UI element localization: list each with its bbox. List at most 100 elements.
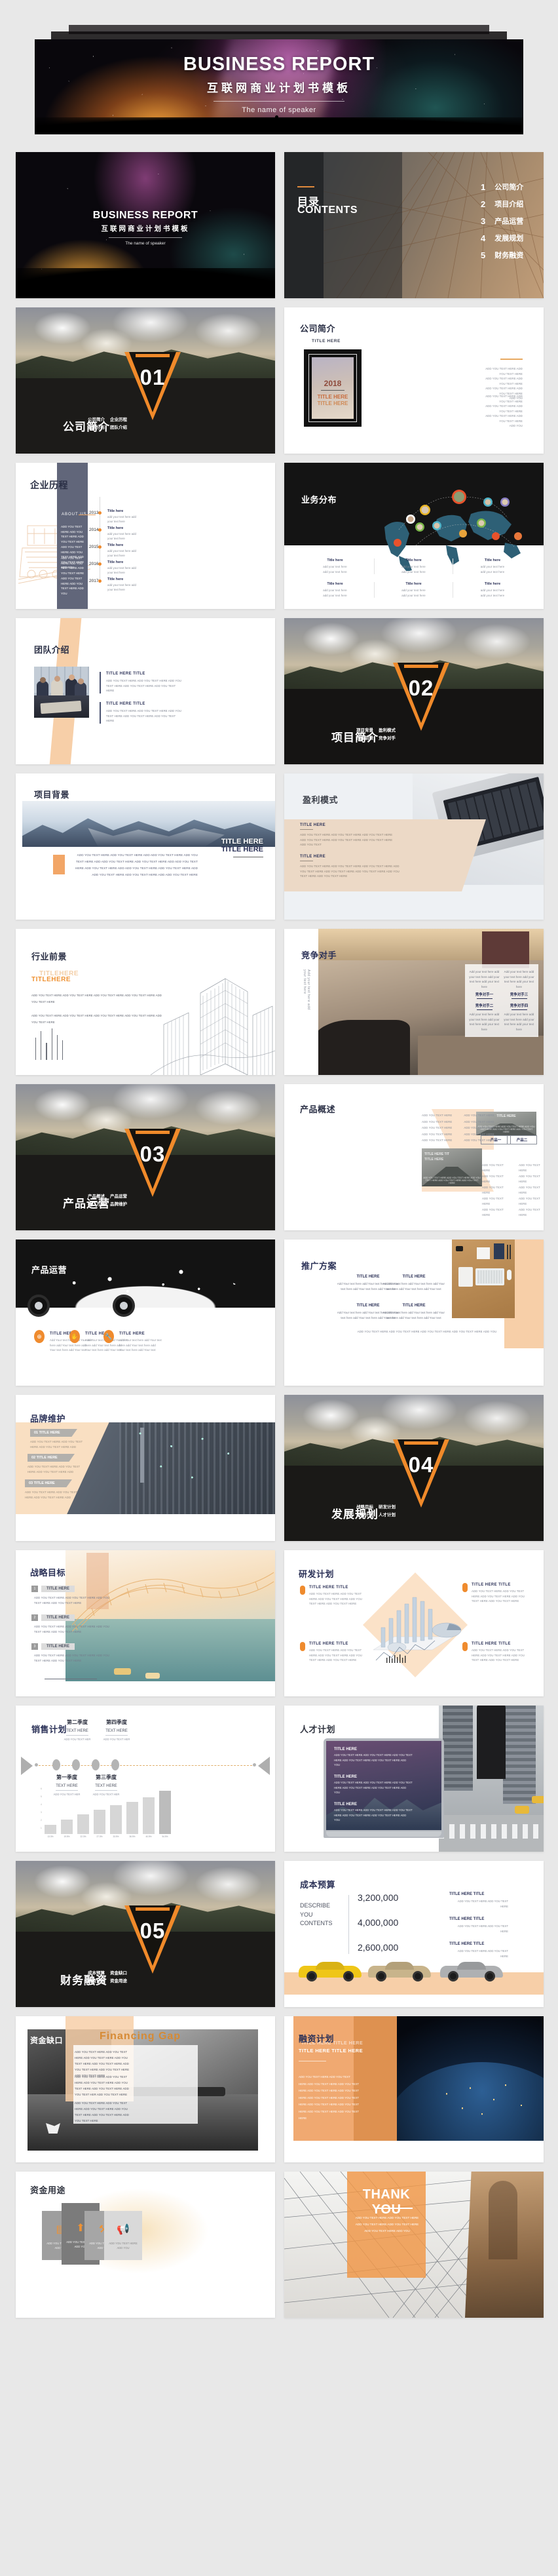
person-silhouette [477, 1706, 506, 1779]
brand-label: 02 TITLE HERE [28, 1454, 75, 1462]
screen-item-2: TITLE HERE ADD YOU TEXT HERE ADD YOU TEX… [334, 1775, 413, 1795]
pillar-arch [489, 2181, 517, 2259]
contents-item[interactable]: 1 公司简介 [481, 178, 540, 195]
slide-company-history[interactable]: 企业历程 ABOUT US ADD YOU TEXT HERE ADD YOU … [16, 463, 275, 609]
slide-financing-gap[interactable]: 资金缺口 Financing Gap ADD YOU TEXT HERE ADD… [16, 2016, 275, 2162]
section-number-badge: 03 [124, 1129, 181, 1197]
slide-strategy-goals[interactable]: 战略目标 1 TITLE HERE ADD YOU TEXT HERE ADD … [16, 1550, 275, 1696]
slide-rd-plan[interactable]: 研发计划 TITLE HERE TITLE ADD YOU TEXT HERE … [284, 1550, 544, 1696]
slide-talent-plan[interactable]: 人才计划 TITLE HERE ADD YOU TEXT HERE ADD YO… [284, 1706, 544, 1852]
slide-team-intro[interactable]: 团队介绍 TITLE HERE TITLE ADD YOU TEXT HERE … [16, 618, 275, 764]
card-line: add your text here [401, 570, 426, 574]
slide-product-overview[interactable]: 产品概述 TITLE HERE ADD YOU TEXT HERE ADD YO… [284, 1084, 544, 1230]
body-line: ADD YOU TEXT HERE ADD YOU TEXT HERE [485, 414, 523, 423]
overview-text-grid-1: ADD YOU TEXT HERE ADD YOU TEXT HERE ADD … [422, 1113, 494, 1143]
row-title: TITLE HERE TITLE [449, 1917, 485, 1921]
x-tick: 33.5% [113, 1835, 119, 1838]
card-line: add your text here [480, 589, 505, 592]
slide-thank-you[interactable]: THANK YOU ADD YOU TEXT HERE ADD YOU TEXT… [284, 2172, 544, 2318]
slide-competitors[interactable]: 竞争对手 Add your text here add your text he… [284, 929, 544, 1075]
contents-item-number: 3 [481, 216, 486, 226]
slide-section-05[interactable]: 05 财务融资 成本预算 资金缺口 融资计划 资金用途 [16, 1861, 275, 2007]
world-map-graphic [384, 490, 522, 571]
grid-line: ADD YOU TEXT HERE [482, 1175, 504, 1183]
orange-accent-block [53, 855, 65, 874]
contents-item-number: 4 [481, 233, 486, 243]
timeline-title: Title here [107, 526, 124, 530]
slide-sales-plan[interactable]: 销售计划 第一季度 TEXT HERE ADD YOU TEXT HER 第二季… [16, 1706, 275, 1852]
slide-heading: 成本预算 [300, 1880, 336, 1890]
slide-section-02[interactable]: 02 项目简介 项目背景 盈利模式 行业前景 竞争对手 [284, 618, 544, 764]
section-tag: 品牌维护 [110, 1202, 127, 1207]
slide-section-04[interactable]: 04 发展规划 战略目标 研发计划 销售计划 人才计划 [284, 1395, 544, 1541]
slide-heading: 行业前景 [31, 952, 67, 962]
grid-line: ADD YOU TEXT HERE [482, 1208, 504, 1217]
slide-industry-outlook[interactable]: 行业前景 TITLEHERE TITLEHERE ADD YOU TEXT HE… [16, 929, 275, 1075]
row-amount: 3,200,000 [358, 1892, 399, 1903]
slide-business-distribution[interactable]: 业务分布 Title here add your text here add y… [284, 463, 544, 609]
contents-item[interactable]: 2 项目介绍 [481, 195, 540, 212]
slide-project-background[interactable]: 项目背景 TITLE HERE TITLE HERE ADD YOU TEXT … [16, 773, 275, 920]
contents-item[interactable]: 3 产品运营 [481, 212, 540, 229]
card-body: ADD YOU TEXT HERE ADD YOU [109, 2242, 138, 2250]
timeline-dot [35, 1763, 38, 1766]
describe-label: DESCRIBE YOU CONTENTS [300, 1902, 333, 1926]
slide-financing-plan[interactable]: 融资计划 TITLE HERE TITLE HERE TITLE HERE TI… [284, 2016, 544, 2162]
slide-cover[interactable]: BUSINESS REPORT 互联网商业计划书模板 The name of s… [16, 152, 275, 298]
contents-item-label: 财务融资 [494, 252, 524, 260]
slide-company-intro[interactable]: 公司简介 TITLE HERE 2018 TITLE HERE TITLE HE… [284, 307, 544, 454]
promo-title: TITLE HERE [402, 1275, 426, 1279]
slide-product-operation[interactable]: 产品运营 ⊕ TITLE HERE Add Your text here add… [16, 1239, 275, 1386]
item-title: TITLE HERE [41, 1614, 75, 1621]
paper-icon [477, 1247, 490, 1259]
triangle-cap [136, 1907, 170, 1911]
slide-contents[interactable]: 目录 CONTENTS 1 公司简介 2 项目介绍 3 产品运营 4 发展规划 … [284, 152, 544, 298]
building [443, 1706, 473, 1791]
promo-body: Add Your text here add Your text here ad… [382, 1282, 445, 1291]
slide-fund-usage[interactable]: 资金用途 ▤ ADD YOU TEXT HERE ADD YOU ⬆ ADD Y… [16, 2172, 275, 2318]
slide-section-03[interactable]: 03 产品运营 产品概述 产品运营 推广方案 品牌维护 [16, 1084, 275, 1230]
card-rule [511, 998, 527, 1000]
intro-body-2: ADD YOU TEXT HERE ADD YOU TEXT HERE ADD … [481, 394, 523, 429]
block-body: ADD YOU TEXT HERE ADD YOU TEXT HERE ADD … [300, 865, 400, 878]
card-title: Title here [405, 582, 422, 586]
img-caption: TITLE HERE TIT [424, 1152, 450, 1156]
slide-cost-budget[interactable]: 成本预算 DESCRIBE YOU CONTENTS 3,200,000 TIT… [284, 1861, 544, 2007]
section-tag: 团队介绍 [110, 425, 127, 431]
slide-brand-maintenance[interactable]: 品牌维护 01 TITLE HERE ADD YOU TEXT HERE ADD… [16, 1395, 275, 1541]
contents-item[interactable]: 5 财务融资 [481, 246, 540, 263]
x-tick: 27.3% [96, 1835, 103, 1838]
brand-label: 03 TITLE HERE [25, 1479, 72, 1487]
distribution-card: Title here add your text here add your t… [453, 582, 532, 598]
card-line: add your text here [480, 570, 505, 574]
slide-profit-model[interactable]: 盈利模式 TITLE HERE ADD YOU TEXT HERE ADD YO… [284, 773, 544, 920]
person-silhouette-icon [274, 115, 279, 133]
earth-photo [397, 2016, 544, 2141]
fund-card-4[interactable]: 📢 ADD YOU TEXT HERE ADD YOU [104, 2211, 142, 2260]
grid-line: ADD YOU TEXT HERE [422, 1114, 453, 1117]
laptop-base [326, 1831, 441, 1837]
grid-line: ADD YOU TEXT HERE [464, 1120, 494, 1123]
timeline-year: 2017 [89, 579, 99, 583]
slide-heading: 研发计划 [299, 1569, 335, 1579]
budget-row: 3,200,000 TITLE HERE TITLE ADD YOU TEXT … [358, 1892, 530, 1917]
car-wheel [413, 1971, 423, 1981]
screen-item-1: TITLE HERE ADD YOU TEXT HERE ADD YOU TEX… [334, 1747, 413, 1768]
frame-year: 2018 [324, 379, 342, 388]
slide-heading: 产品运营 [31, 1265, 67, 1275]
card-name: 竞争对手一 [475, 993, 494, 998]
keyboard-icon [475, 1268, 504, 1285]
slide-section-01[interactable]: 01 公司简介 公司简介 企业历程 业务分布 团队介绍 [16, 307, 275, 454]
grid-line: ADD YOU TEXT HERE [464, 1114, 494, 1117]
product-tab-2[interactable]: 产品二 [507, 1135, 537, 1144]
section-number: 01 [140, 365, 166, 389]
contents-item[interactable]: 4 发展规划 [481, 229, 540, 246]
cover-subtitle: 互联网商业计划书模板 [101, 225, 190, 233]
timeline-title: Title here [107, 577, 124, 581]
chart-bar [110, 1805, 122, 1834]
timeline-dot [98, 562, 102, 566]
body-line: ADD YOU [509, 424, 523, 428]
slide-promotion-plan[interactable]: 推广方案 TITLE HERE Add Your text here add Y… [284, 1239, 544, 1386]
overlay-title-1: TITLE HERE [221, 838, 263, 846]
item-title: TITLE HERE [119, 1332, 145, 1336]
